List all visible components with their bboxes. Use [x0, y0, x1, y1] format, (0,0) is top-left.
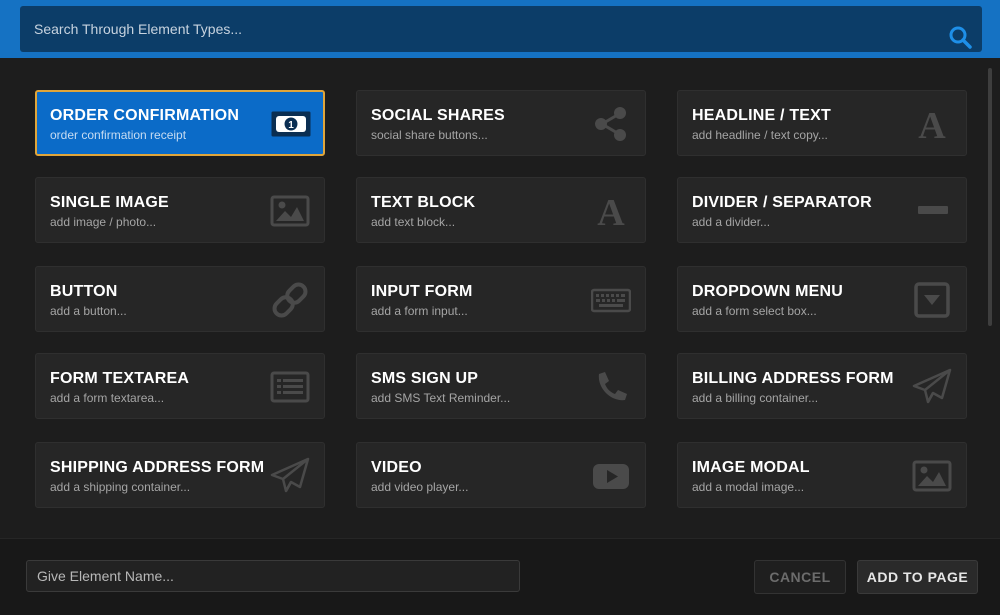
element-card-subtitle: add video player...: [371, 480, 469, 494]
element-card-subtitle: add text block...: [371, 215, 456, 229]
element-card-subtitle: add SMS Text Reminder...: [371, 391, 511, 405]
element-card-subtitle: add a billing container...: [692, 391, 819, 405]
element-card-subtitle: add image / photo...: [50, 215, 157, 229]
element-card-title: DIVIDER / SEPARATOR: [692, 194, 872, 211]
element-card-title: ORDER CONFIRMATION: [50, 107, 240, 124]
search-icon[interactable]: [948, 25, 972, 49]
cancel-button[interactable]: CANCEL: [754, 560, 846, 594]
element-card-headline-text[interactable]: HEADLINE / TEXT add headline / text copy.…: [677, 90, 967, 156]
element-card-title: SOCIAL SHARES: [371, 107, 505, 124]
element-card-title: BILLING ADDRESS FORM: [692, 370, 894, 387]
element-card-shipping-address-form[interactable]: SHIPPING ADDRESS FORM add a shipping cont…: [35, 442, 325, 508]
font-icon: A: [591, 192, 631, 234]
element-card-title: IMAGE MODAL: [692, 459, 810, 476]
element-card-title: DROPDOWN MENU: [692, 283, 844, 300]
image-icon: [270, 192, 310, 230]
element-card-title: INPUT FORM: [371, 283, 473, 300]
element-card-subtitle: add a form textarea...: [50, 391, 165, 405]
svg-text:1: 1: [288, 120, 294, 131]
element-card-subtitle: add a button...: [50, 304, 127, 318]
element-card-video[interactable]: VIDEO add video player...: [356, 442, 646, 508]
list-alt-icon: [270, 368, 310, 406]
element-card-input-form[interactable]: INPUT FORM add a form input...: [356, 266, 646, 332]
element-card-title: HEADLINE / TEXT: [692, 107, 832, 124]
image-icon: [912, 457, 952, 495]
element-card-order-confirmation[interactable]: ORDER CONFIRMATION order confirmation rec…: [35, 90, 325, 156]
search-input[interactable]: [20, 6, 920, 52]
dropdown-icon: [912, 281, 952, 319]
element-card-title: SMS SIGN UP: [371, 370, 479, 387]
svg-text:A: A: [918, 105, 946, 143]
search-bar: [0, 0, 1000, 58]
element-card-subtitle: add a form select box...: [692, 304, 817, 318]
element-card-single-image[interactable]: SINGLE IMAGE add image / photo...: [35, 177, 325, 243]
element-card-dropdown-menu[interactable]: DROPDOWN MENU add a form select box...: [677, 266, 967, 332]
element-card-divider-separator[interactable]: DIVIDER / SEPARATOR add a divider...: [677, 177, 967, 243]
add-to-page-button[interactable]: ADD TO PAGE: [857, 560, 978, 594]
element-card-image-modal[interactable]: IMAGE MODAL add a modal image...: [677, 442, 967, 508]
scrollbar[interactable]: [988, 68, 992, 326]
link-icon: [270, 281, 310, 319]
element-card-title: SINGLE IMAGE: [50, 194, 169, 211]
element-card-subtitle: add headline / text copy...: [692, 128, 828, 142]
share-icon: [591, 105, 631, 143]
keyboard-icon: [590, 281, 632, 319]
element-card-subtitle: social share buttons...: [371, 128, 488, 142]
element-grid: ORDER CONFIRMATION order confirmation rec…: [6, 58, 994, 538]
element-card-text-block[interactable]: TEXT BLOCK add text block... A: [356, 177, 646, 243]
font-icon: A: [912, 105, 952, 147]
element-card-button[interactable]: BUTTON add a button...: [35, 266, 325, 332]
element-card-title: FORM TEXTAREA: [50, 370, 190, 387]
element-card-title: TEXT BLOCK: [371, 194, 476, 211]
element-picker-modal: ORDER CONFIRMATION order confirmation rec…: [0, 0, 1000, 615]
footer: CANCEL ADD TO PAGE: [0, 538, 1000, 615]
paper-plane-icon: [270, 457, 310, 495]
phone-icon: [591, 368, 631, 406]
element-card-form-textarea[interactable]: FORM TEXTAREA add a form textarea...: [35, 353, 325, 419]
paper-plane-icon: [912, 368, 952, 406]
money-bill-icon: 1: [271, 105, 311, 143]
element-card-title: VIDEO: [371, 459, 422, 476]
element-card-subtitle: add a shipping container...: [50, 480, 191, 494]
element-card-sms-sign-up[interactable]: SMS SIGN UP add SMS Text Reminder...: [356, 353, 646, 419]
element-card-title: SHIPPING ADDRESS FORM: [50, 459, 265, 476]
element-card-subtitle: order confirmation receipt: [50, 128, 187, 142]
element-name-input[interactable]: [26, 560, 520, 592]
svg-text:A: A: [597, 192, 625, 230]
youtube-play-icon: [591, 457, 631, 495]
minus-icon: [912, 192, 952, 230]
element-card-social-shares[interactable]: SOCIAL SHARES social share buttons...: [356, 90, 646, 156]
element-card-billing-address-form[interactable]: BILLING ADDRESS FORM add a billing contai…: [677, 353, 967, 419]
search-box: [20, 6, 982, 52]
element-card-subtitle: add a divider...: [692, 215, 771, 229]
element-card-subtitle: add a modal image...: [692, 480, 805, 494]
element-card-subtitle: add a form input...: [371, 304, 468, 318]
element-card-title: BUTTON: [50, 283, 118, 300]
